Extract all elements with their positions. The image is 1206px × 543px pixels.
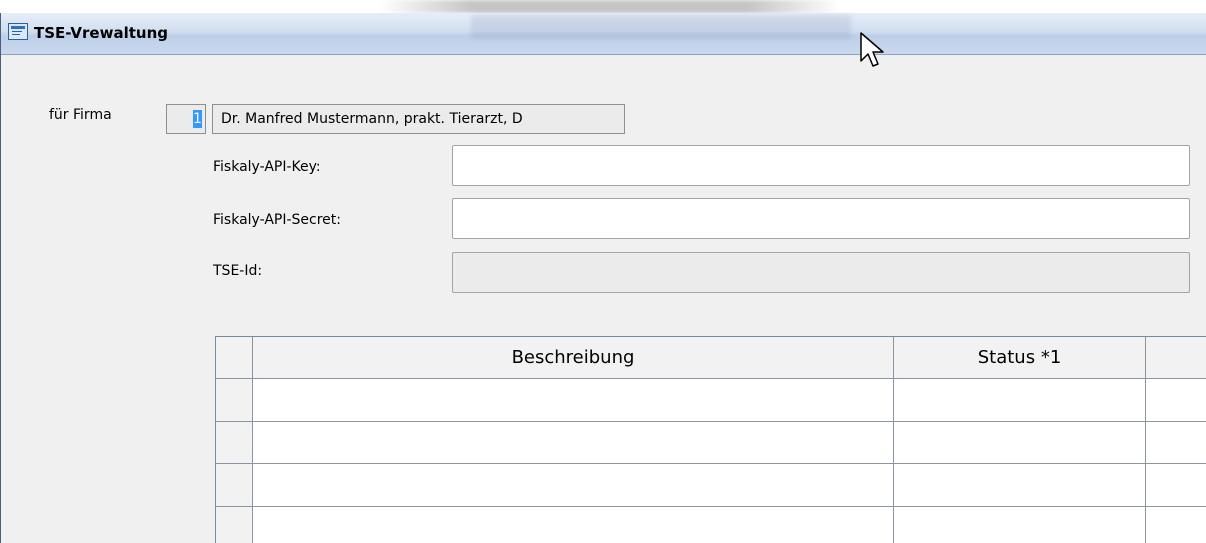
grid-cell[interactable] xyxy=(1146,464,1206,507)
api-secret-label: Fiskaly-API-Secret: xyxy=(213,212,341,228)
tse-id-label: TSE-Id: xyxy=(213,263,263,279)
titlebar-glare xyxy=(471,15,851,39)
column-header-empty[interactable] xyxy=(1146,337,1206,379)
column-header-status[interactable]: Status *1 xyxy=(894,337,1146,379)
grid-cell[interactable] xyxy=(1146,422,1206,464)
api-secret-input[interactable] xyxy=(452,198,1190,239)
row-selector[interactable] xyxy=(216,422,253,464)
mouse-pointer-icon xyxy=(860,32,884,67)
form-window-icon xyxy=(8,23,28,40)
api-key-label: Fiskaly-API-Key: xyxy=(213,159,321,175)
grid-cell[interactable] xyxy=(894,379,1146,422)
grid-cell[interactable] xyxy=(1146,507,1206,543)
firma-label: für Firma xyxy=(49,107,112,123)
grid-cell[interactable] xyxy=(894,464,1146,507)
background-strip xyxy=(0,0,1206,13)
grid-cell[interactable] xyxy=(1146,379,1206,422)
grid-corner-cell[interactable] xyxy=(216,337,253,379)
api-key-input[interactable] xyxy=(452,145,1190,186)
grid-cell[interactable] xyxy=(253,507,894,543)
firma-name-field[interactable]: Dr. Manfred Mustermann, prakt. Tierarzt,… xyxy=(212,104,625,134)
grid-cell[interactable] xyxy=(894,507,1146,543)
window-title: TSE-Vrewaltung xyxy=(34,24,168,42)
status-grid: Beschreibung Status *1 xyxy=(215,336,1206,543)
row-selector[interactable] xyxy=(216,507,253,543)
firma-number-field[interactable]: 1 xyxy=(166,104,206,134)
row-selector[interactable] xyxy=(216,379,253,422)
grid-cell[interactable] xyxy=(253,379,894,422)
grid-cell[interactable] xyxy=(253,422,894,464)
grid-cell[interactable] xyxy=(894,422,1146,464)
row-selector[interactable] xyxy=(216,464,253,507)
column-header-beschreibung[interactable]: Beschreibung xyxy=(253,337,894,379)
tse-id-field xyxy=(452,252,1190,293)
tse-window: TSE-Vrewaltung für Firma 1 Dr. Manfred M… xyxy=(0,13,1206,543)
firma-number-value: 1 xyxy=(193,110,202,128)
title-bar[interactable]: TSE-Vrewaltung xyxy=(1,13,1206,55)
grid-cell[interactable] xyxy=(253,464,894,507)
blurred-background-text xyxy=(380,0,840,13)
